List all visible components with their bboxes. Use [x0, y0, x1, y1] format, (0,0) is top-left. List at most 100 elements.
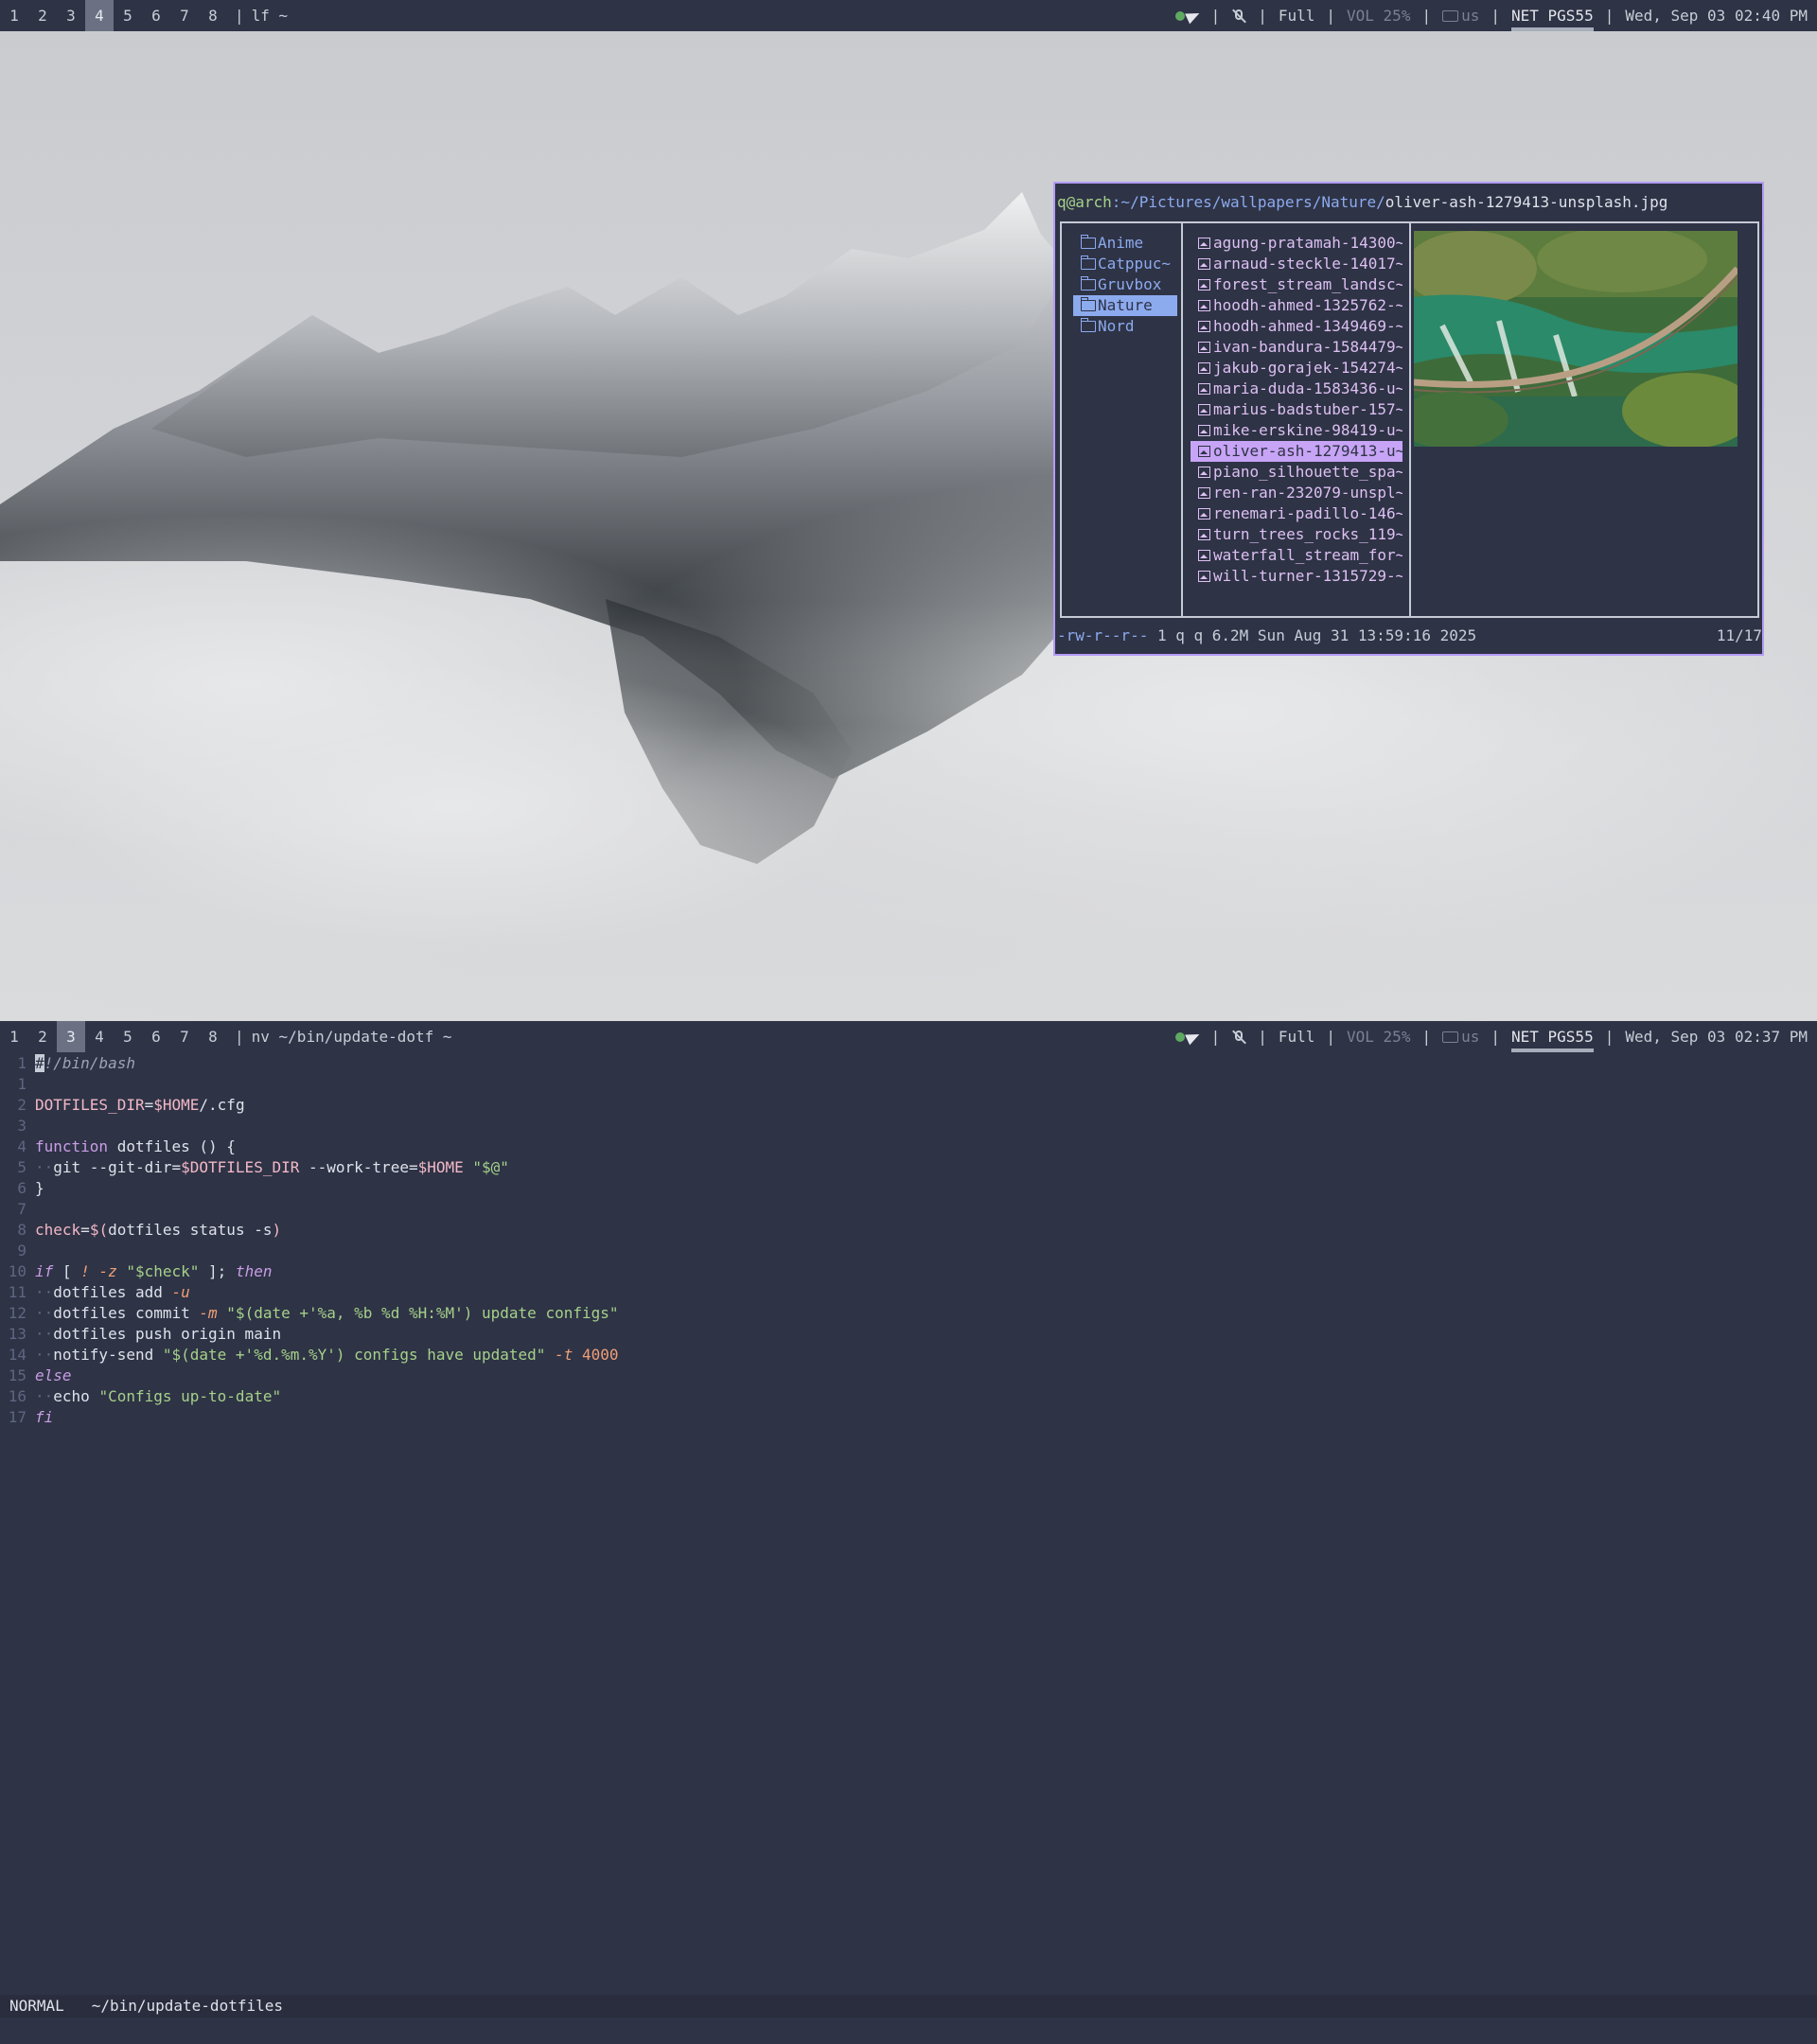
- tray-icons[interactable]: [1174, 0, 1202, 31]
- workspace-5[interactable]: 5: [114, 1021, 142, 1052]
- workspace-8[interactable]: 8: [199, 0, 227, 31]
- lf-file-manager-window[interactable]: q@arch:~/Pictures/wallpapers/Nature/oliv…: [1053, 182, 1764, 656]
- line-number: 9: [17, 1242, 26, 1260]
- file-item[interactable]: waterfall_stream_for~: [1191, 545, 1402, 566]
- top-status-bar: 1 2 3 4 5 6 7 8 | lf ~ | | Full | VOL 25% | us | …: [0, 0, 1817, 31]
- file-name: ivan-bandura-1584479~: [1213, 338, 1402, 356]
- line-code: ··dotfiles commit -m "$(date +'%a, %b %d…: [35, 1304, 619, 1322]
- file-count: 11/17: [1716, 626, 1762, 644]
- workspace-7[interactable]: 7: [170, 0, 199, 31]
- workspace-4[interactable]: 4: [85, 0, 114, 31]
- code-line[interactable]: 1: [0, 1074, 1798, 1095]
- line-code: check=$(dotfiles status -s): [35, 1221, 282, 1239]
- file-item[interactable]: agung-pratamah-14300~: [1191, 233, 1402, 254]
- file-item[interactable]: turn_trees_rocks_119~: [1191, 524, 1402, 545]
- code-line[interactable]: 11 ··dotfiles add -u: [0, 1282, 1798, 1303]
- workspace-8[interactable]: 8: [199, 1021, 227, 1052]
- file-item[interactable]: hoodh-ahmed-1349469-~: [1191, 316, 1402, 337]
- vim-statusline: NORMAL ~/bin/update-dotfiles: [0, 1995, 1817, 2018]
- line-number: 17: [8, 1408, 26, 1426]
- volume-status[interactable]: VOL 25%: [1347, 1021, 1410, 1052]
- workspace-6[interactable]: 6: [142, 1021, 170, 1052]
- battery-status: Full: [1278, 7, 1315, 25]
- line-code: function dotfiles () {: [35, 1137, 236, 1155]
- path-user: q@arch: [1057, 193, 1112, 211]
- code-line[interactable]: 16 ··echo "Configs up-to-date": [0, 1386, 1798, 1407]
- separator: |: [1210, 7, 1221, 25]
- file-item[interactable]: oliver-ash-1279413-u~: [1191, 441, 1402, 462]
- image-file-icon: [1198, 404, 1210, 415]
- separator: |: [1491, 7, 1500, 25]
- file-item[interactable]: jakub-gorajek-154274~: [1191, 358, 1402, 379]
- workspace-2[interactable]: 2: [28, 1021, 57, 1052]
- code-line[interactable]: 8 check=$(dotfiles status -s): [0, 1220, 1798, 1241]
- directory-item[interactable]: Catppuc~: [1073, 254, 1177, 274]
- volume-status[interactable]: VOL 25%: [1347, 0, 1410, 31]
- keyboard-layout[interactable]: us: [1442, 0, 1479, 31]
- workspace-3[interactable]: 3: [57, 1021, 85, 1052]
- file-item[interactable]: will-turner-1315729-~: [1191, 566, 1402, 587]
- code-line[interactable]: 4 function dotfiles () {: [0, 1137, 1798, 1157]
- mic-muted-icon[interactable]: [1231, 0, 1246, 31]
- code-line[interactable]: 3: [0, 1116, 1798, 1137]
- code-line[interactable]: 1 #!/bin/bash: [0, 1053, 1798, 1074]
- code-line[interactable]: 5 ··git --git-dir=$DOTFILES_DIR --work-tr…: [0, 1157, 1798, 1178]
- file-item[interactable]: forest_stream_landsc~: [1191, 274, 1402, 295]
- directory-item[interactable]: Nature: [1073, 295, 1177, 316]
- status-modules: | | Full | VOL 25% | us | NET PGS55 | We…: [1174, 0, 1808, 31]
- folder-icon: [1081, 297, 1096, 311]
- directory-name: Nature: [1098, 296, 1153, 314]
- keyboard-icon: [1442, 1031, 1459, 1043]
- file-item[interactable]: arnaud-steckle-14017~: [1191, 254, 1402, 274]
- code-line[interactable]: 14 ··notify-send "$(date +'%d.%m.%Y') con…: [0, 1345, 1798, 1366]
- network-status[interactable]: NET PGS55: [1511, 0, 1594, 31]
- code-line[interactable]: 7: [0, 1199, 1798, 1220]
- code-line[interactable]: 10 if [ ! -z "$check" ]; then: [0, 1261, 1798, 1282]
- file-item[interactable]: piano_silhouette_spa~: [1191, 462, 1402, 483]
- file-panes: Anime Catppuc~ Gruvbox Nature Nord agung-pra…: [1060, 221, 1759, 618]
- file-item[interactable]: ren-ran-232079-unspl~: [1191, 483, 1402, 503]
- directory-item[interactable]: Nord: [1073, 316, 1177, 337]
- file-item[interactable]: hoodh-ahmed-1325762-~: [1191, 295, 1402, 316]
- code-line[interactable]: 9: [0, 1241, 1798, 1261]
- workspace-3[interactable]: 3: [57, 0, 85, 31]
- separator: |: [1491, 1028, 1500, 1046]
- workspace-5[interactable]: 5: [114, 0, 142, 31]
- file-item[interactable]: mike-erskine-98419-u~: [1191, 420, 1402, 441]
- file-name: piano_silhouette_spa~: [1213, 463, 1402, 481]
- workspace-1[interactable]: 1: [0, 1021, 28, 1052]
- directory-name: Anime: [1098, 234, 1144, 252]
- line-code: #!/bin/bash: [35, 1054, 135, 1072]
- workspace-6[interactable]: 6: [142, 0, 170, 31]
- image-file-icon: [1198, 571, 1210, 582]
- mic-muted-icon[interactable]: [1231, 1021, 1246, 1052]
- keyboard-layout[interactable]: us: [1442, 1021, 1479, 1052]
- workspace-1[interactable]: 1: [0, 0, 28, 31]
- workspace-7[interactable]: 7: [170, 1021, 199, 1052]
- code-line[interactable]: 17 fi: [0, 1407, 1798, 1428]
- separator: |: [1421, 7, 1432, 25]
- code-line[interactable]: 12 ··dotfiles commit -m "$(date +'%a, %b …: [0, 1303, 1798, 1324]
- workspace-2[interactable]: 2: [28, 0, 57, 31]
- code-line[interactable]: 2 DOTFILES_DIR=$HOME/.cfg: [0, 1095, 1798, 1116]
- separator: |: [235, 7, 244, 25]
- neovim-editor[interactable]: 1 #!/bin/bash 1 2 DOTFILES_DIR=$HOME/.cfg 3 4 f…: [0, 1053, 1817, 1996]
- directory-item[interactable]: Anime: [1073, 233, 1177, 254]
- separator: |: [235, 1028, 244, 1046]
- file-item[interactable]: maria-duda-1583436-u~: [1191, 379, 1402, 399]
- network-status[interactable]: NET PGS55: [1511, 1021, 1594, 1052]
- file-item[interactable]: ivan-bandura-1584479~: [1191, 337, 1402, 358]
- file-permissions: -rw-r--r--: [1057, 626, 1149, 644]
- workspace-4[interactable]: 4: [85, 1021, 114, 1052]
- file-item[interactable]: renemari-padillo-146~: [1191, 503, 1402, 524]
- code-line[interactable]: 13 ··dotfiles push origin main: [0, 1324, 1798, 1345]
- directory-item[interactable]: Gruvbox: [1073, 274, 1177, 295]
- code-line[interactable]: 15 else: [0, 1366, 1798, 1386]
- file-item[interactable]: marius-badstuber-157~: [1191, 399, 1402, 420]
- file-name: arnaud-steckle-14017~: [1213, 255, 1402, 273]
- tray-icons[interactable]: [1174, 1021, 1202, 1052]
- image-file-icon: [1198, 238, 1210, 249]
- path-dir: :~/Pictures/wallpapers/Nature/: [1111, 193, 1385, 211]
- line-number: 10: [8, 1262, 26, 1280]
- code-line[interactable]: 6}: [0, 1178, 1798, 1199]
